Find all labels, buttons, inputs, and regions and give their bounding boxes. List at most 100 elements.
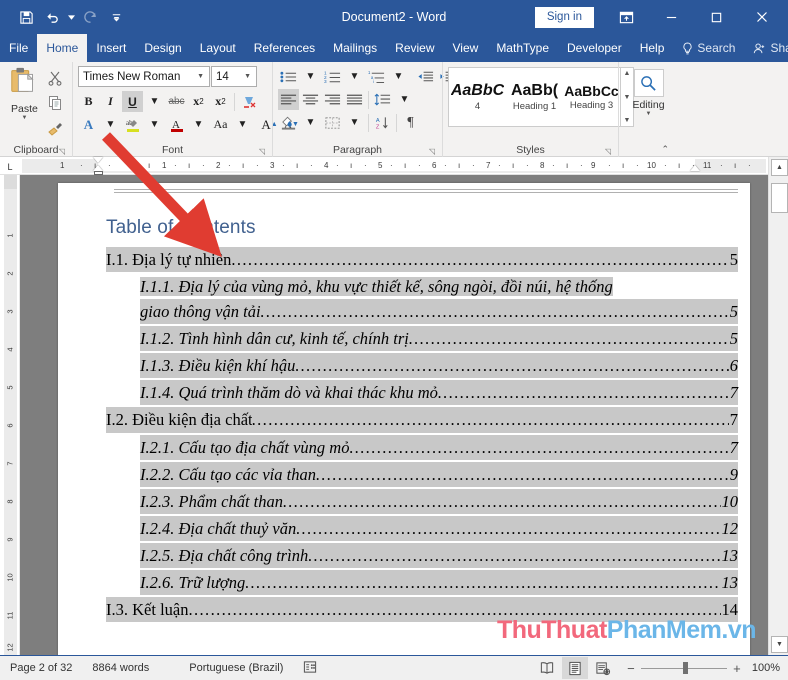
read-mode-icon[interactable] [534, 657, 560, 679]
tab-home[interactable]: Home [37, 34, 88, 62]
search-box[interactable]: Search [673, 34, 744, 62]
italic-button[interactable]: I [100, 91, 121, 112]
superscript-button[interactable]: x2 [210, 91, 231, 112]
tab-insert[interactable]: Insert [87, 34, 135, 62]
align-center-button[interactable] [300, 89, 321, 110]
style-item-heading-3[interactable]: AaBbCc Heading 3 [563, 68, 620, 126]
multilevel-list-button[interactable]: 1ai [366, 66, 387, 87]
undo-icon[interactable] [40, 5, 64, 29]
line-spacing-button[interactable] [372, 89, 393, 110]
language-indicator[interactable]: Portuguese (Brazil) [159, 662, 293, 674]
word-count[interactable]: 8864 words [82, 662, 159, 674]
line-spacing-dropdown-icon[interactable]: ▼ [394, 89, 415, 110]
customize-qat-icon[interactable] [104, 5, 128, 29]
strikethrough-button[interactable]: abc [166, 91, 187, 112]
zoom-out-button[interactable]: − [626, 661, 636, 676]
toc-entry[interactable]: I.1.1. Địa lý của vùng mỏ, khu vực thiết… [106, 274, 738, 325]
style-item-4[interactable]: AaBbC 4 [449, 68, 506, 126]
font-dialog-launcher[interactable]: ◹ [259, 147, 265, 156]
change-case-dropdown-icon[interactable]: ▼ [232, 114, 253, 135]
tab-file[interactable]: File [0, 34, 37, 62]
toc-entry[interactable]: I.2.2. Cấu tạo các vỉa than.............… [106, 461, 738, 487]
sort-button[interactable]: AZ [372, 112, 393, 133]
close-icon[interactable] [739, 1, 784, 33]
redo-icon[interactable] [78, 5, 102, 29]
justify-button[interactable] [344, 89, 365, 110]
toc-entry[interactable]: I.2.5. Địa chất công trình..............… [106, 542, 738, 568]
maximize-icon[interactable] [694, 1, 739, 33]
magnifier-icon[interactable] [633, 69, 664, 97]
clipboard-dialog-launcher[interactable]: ◹ [59, 147, 65, 156]
tab-mailings[interactable]: Mailings [324, 34, 386, 62]
shading-dropdown-icon[interactable]: ▼ [300, 112, 321, 133]
decrease-indent-button[interactable] [415, 66, 436, 87]
numbering-dropdown-icon[interactable]: ▼ [344, 66, 365, 87]
minimize-icon[interactable] [649, 1, 694, 33]
toc-entry[interactable]: I.2. Điều kiện địa chất.................… [106, 407, 738, 433]
zoom-slider[interactable] [640, 662, 727, 674]
horizontal-ruler[interactable]: L 1 · ı · · ı 1 · ı · 2 · ı · 3 · ı · 4 · ı · 5 · ı ·… [0, 157, 788, 175]
paste-button[interactable]: Paste ▼ [5, 65, 44, 142]
toc-entry[interactable]: I.1.2. Tình hình dân cư, kinh tế, chính … [106, 326, 738, 352]
zoom-level[interactable]: 100% [747, 662, 780, 674]
bold-button[interactable]: B [78, 91, 99, 112]
document-page[interactable]: Table of Contents I.1. Địa lý tự nhiên..… [58, 183, 750, 655]
change-case-button[interactable]: Aa [210, 114, 231, 135]
underline-button[interactable]: U [122, 91, 143, 112]
scroll-down-icon[interactable]: ▼ [771, 636, 788, 653]
print-layout-icon[interactable] [561, 657, 588, 679]
vertical-scrollbar[interactable]: ▲ ▼ [768, 157, 788, 655]
right-indent-marker[interactable] [690, 165, 700, 171]
toc-entry[interactable]: I.1.4. Quá trình thăm dò và khai thác kh… [106, 380, 738, 406]
sign-in-button[interactable]: Sign in [534, 6, 594, 28]
toc-entry[interactable]: I.1. Địa lý tự nhiên....................… [106, 247, 738, 273]
toc-entry[interactable]: I.2.1. Cấu tạo địa chất vùng mỏ.........… [106, 434, 738, 460]
font-color-dropdown-icon[interactable]: ▼ [188, 114, 209, 135]
copy-button[interactable] [47, 91, 63, 115]
bullets-button[interactable] [278, 66, 299, 87]
text-effects-button[interactable]: A [78, 114, 99, 135]
scroll-up-icon[interactable]: ▲ [771, 159, 788, 176]
subscript-button[interactable]: x2 [188, 91, 209, 112]
scrollbar-thumb[interactable] [771, 183, 788, 213]
clear-formatting-icon[interactable] [238, 91, 259, 112]
tab-help[interactable]: Help [631, 34, 674, 62]
first-line-indent-marker[interactable] [93, 157, 103, 163]
page-indicator[interactable]: Page 2 of 32 [0, 662, 82, 674]
tab-developer[interactable]: Developer [558, 34, 631, 62]
tab-view[interactable]: View [444, 34, 488, 62]
cut-button[interactable] [47, 66, 63, 90]
chevron-down-icon[interactable]: ▼ [241, 73, 254, 80]
text-effects-dropdown-icon[interactable]: ▼ [100, 114, 121, 135]
tab-review[interactable]: Review [386, 34, 443, 62]
tab-layout[interactable]: Layout [191, 34, 245, 62]
ribbon-display-options-icon[interactable] [604, 1, 649, 33]
align-right-button[interactable] [322, 89, 343, 110]
toc-entry[interactable]: I.2.4. Địa chất thuỷ văn................… [106, 515, 738, 541]
paragraph-dialog-launcher[interactable]: ◹ [429, 147, 435, 156]
tab-design[interactable]: Design [135, 34, 190, 62]
chevron-down-icon[interactable]: ▼ [194, 73, 207, 80]
borders-button[interactable] [322, 112, 343, 133]
toc-entry[interactable]: I.2.6. Trữ lượng........................… [106, 569, 738, 596]
toc-entry[interactable]: I.2.3. Phẩm chất than...................… [106, 488, 738, 514]
align-left-button[interactable] [278, 89, 299, 110]
share-button[interactable]: Share [744, 34, 788, 62]
undo-dropdown-icon[interactable] [66, 5, 76, 29]
font-color-button[interactable]: A [166, 114, 187, 135]
zoom-slider-thumb[interactable] [682, 662, 688, 674]
tab-mathtype[interactable]: MathType [487, 34, 558, 62]
borders-dropdown-icon[interactable]: ▼ [344, 112, 365, 133]
zoom-control[interactable]: − + 100% [618, 661, 780, 676]
table-of-contents[interactable]: Table of Contents I.1. Địa lý tự nhiên..… [106, 217, 738, 624]
collapse-ribbon-icon[interactable]: ⌃ [661, 144, 669, 155]
styles-dialog-launcher[interactable]: ◹ [605, 147, 611, 156]
shading-button[interactable] [278, 112, 299, 133]
show-formatting-marks-button[interactable]: ¶ [400, 112, 421, 133]
paste-dropdown-icon[interactable]: ▼ [20, 115, 29, 121]
vertical-ruler[interactable]: 1 2 3 4 5 6 7 8 9 10 11 12 [0, 175, 20, 655]
highlight-dropdown-icon[interactable]: ▼ [144, 114, 165, 135]
proofing-errors-icon[interactable] [293, 660, 327, 677]
editing-dropdown-icon[interactable]: ▼ [644, 111, 653, 117]
document-canvas[interactable]: Table of Contents I.1. Địa lý tự nhiên..… [20, 175, 768, 655]
